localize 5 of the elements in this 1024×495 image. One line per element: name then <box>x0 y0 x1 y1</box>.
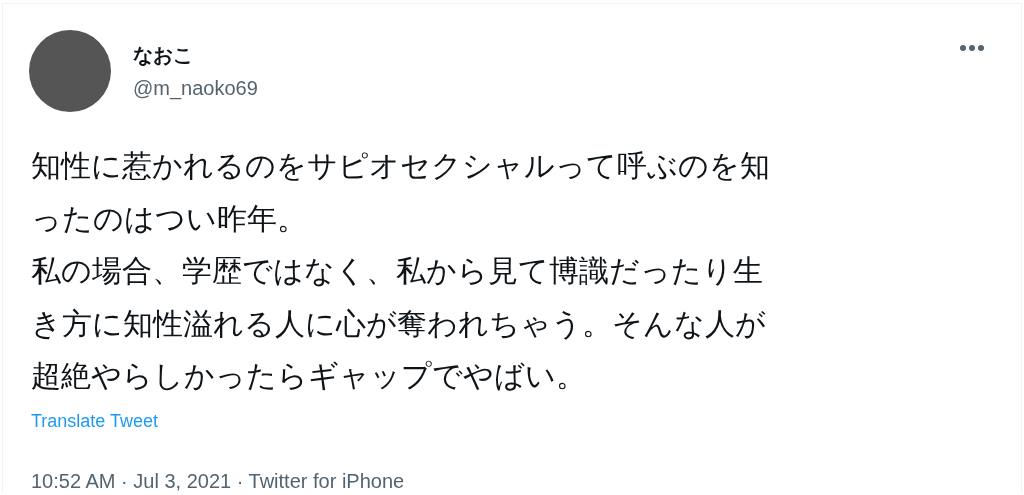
tweet-timestamp: 10:52 AM · Jul 3, 2021 · Twitter for iPhone <box>31 469 995 493</box>
user-handle[interactable]: @m_naoko69 <box>133 77 937 100</box>
tweet-text: 知性に惹かれるのをサピオセクシャルって呼ぶのを知 ったのはつい昨年。 私の場合、学歴ではなく、私から見て博識だったり生 き方に知性溢れる人に心が奪われちゃう。そんな人が 超絶やらしかったらギャップでやばい。 <box>31 147 771 395</box>
display-name[interactable]: なおこ <box>133 42 937 69</box>
more-icon[interactable] <box>959 44 985 52</box>
